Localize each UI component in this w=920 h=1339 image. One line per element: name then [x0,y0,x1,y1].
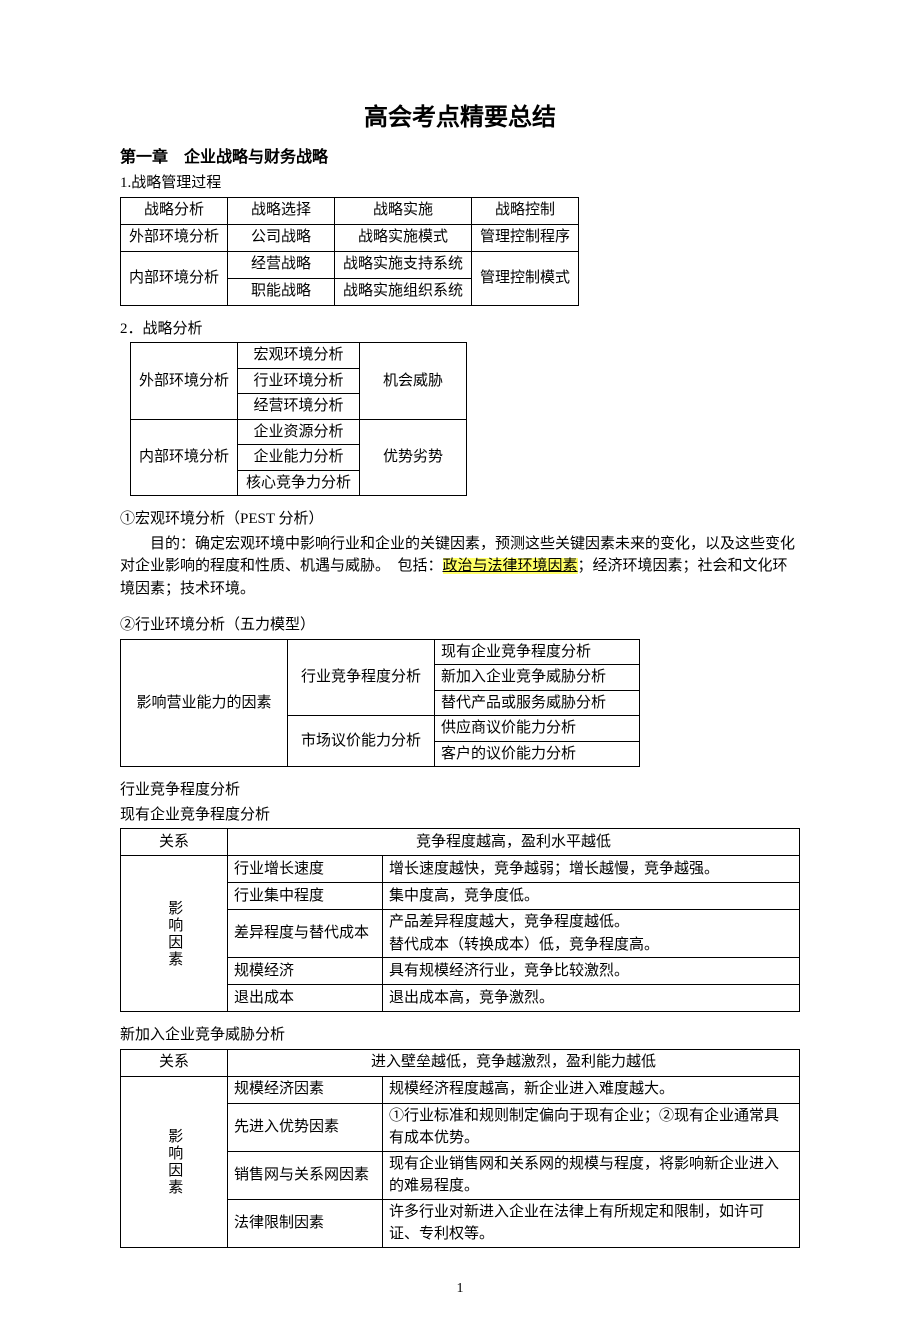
cell: 规模经济因素 [228,1076,383,1103]
chapter-heading: 第一章 企业战略与财务战略 [120,146,800,170]
cell: 退出成本 [228,985,383,1012]
cell: 现有企业竞争程度分析 [435,639,640,665]
cell: 内部环境分析 [121,251,228,305]
cell: 经营环境分析 [238,394,360,420]
cell: 市场议价能力分析 [288,716,435,767]
cell: 企业能力分析 [238,445,360,471]
pest-heading: ①宏观环境分析（PEST 分析） [120,508,800,531]
cell: 许多行业对新进入企业在法律上有所规定和限制，如许可证、专利权等。 [383,1199,800,1247]
cell: 战略实施支持系统 [335,251,472,278]
cell: 行业集中程度 [228,883,383,910]
cell: 管理控制程序 [472,224,579,251]
cell: 经营战略 [228,251,335,278]
cell: 集中度高，竞争度低。 [383,883,800,910]
new-entrant-line: 新加入企业竞争威胁分析 [120,1024,800,1047]
cell: 企业资源分析 [238,419,360,445]
cell: 替代产品或服务威胁分析 [435,690,640,716]
cell: 进入壁垒越低，竞争越激烈，盈利能力越低 [228,1049,800,1076]
cell: 外部环境分析 [121,224,228,251]
five-forces-heading: ②行业环境分析（五力模型） [120,614,800,637]
existing-competition-table: 关系 竞争程度越高，盈利水平越低 影响因素 行业增长速度 增长速度越快，竞争越弱… [120,828,800,1012]
cell: 影响营业能力的因素 [121,639,288,767]
cell: 优势劣势 [360,419,467,496]
cell: 具有规模经济行业，竞争比较激烈。 [383,958,800,985]
cell: 规模经济 [228,958,383,985]
cell: 战略选择 [228,197,335,224]
strategy-process-table: 战略分析 战略选择 战略实施 战略控制 外部环境分析 公司战略 战略实施模式 管… [120,197,579,306]
new-entrant-table: 关系 进入壁垒越低，竞争越激烈，盈利能力越低 影响因素 规模经济因素 规模经济程… [120,1049,800,1248]
section-1-heading: 1.战略管理过程 [120,172,800,195]
cell: 战略实施模式 [335,224,472,251]
vertical-label: 影响因素 [163,900,186,968]
cell: 关系 [121,1049,228,1076]
section-2-heading: 2．战略分析 [120,318,800,341]
five-forces-table: 影响营业能力的因素 行业竞争程度分析 现有企业竞争程度分析 新加入企业竞争威胁分… [120,639,640,768]
cell: 产品差异程度越大，竞争程度越低。 替代成本（转换成本）低，竞争程度高。 [383,910,800,958]
cell: 外部环境分析 [131,343,238,420]
cell: 竞争程度越高，盈利水平越低 [228,829,800,856]
cell: 增长速度越快，竞争越弱；增长越慢，竞争越强。 [383,856,800,883]
cell: 关系 [121,829,228,856]
cell: 新加入企业竞争威胁分析 [435,665,640,691]
highlighted-text: 政治与法律环境因素 [443,558,578,574]
cell: 供应商议价能力分析 [435,716,640,742]
pest-paragraph: 目的：确定宏观环境中影响行业和企业的关键因素，预测这些关键因素未来的变化，以及这… [120,533,800,601]
cell: 先进入优势因素 [228,1103,383,1151]
cell: 职能战略 [228,278,335,305]
cell: 战略控制 [472,197,579,224]
cell: 法律限制因素 [228,1199,383,1247]
cell: 行业增长速度 [228,856,383,883]
cell: 销售网与关系网因素 [228,1151,383,1199]
cell: 影响因素 [121,1076,228,1247]
cell: 现有企业销售网和关系网的规模与程度，将影响新企业进入的难易程度。 [383,1151,800,1199]
cell: 机会威胁 [360,343,467,420]
vertical-label: 影响因素 [163,1128,186,1196]
cell: 管理控制模式 [472,251,579,305]
competition-line-1: 行业竞争程度分析 [120,779,800,802]
competition-line-2: 现有企业竞争程度分析 [120,804,800,827]
cell: 退出成本高，竞争激烈。 [383,985,800,1012]
cell: 公司战略 [228,224,335,251]
cell: 核心竞争力分析 [238,470,360,496]
cell: 影响因素 [121,856,228,1012]
page-number: 1 [120,1278,800,1299]
cell: 规模经济程度越高，新企业进入难度越大。 [383,1076,800,1103]
cell: 战略分析 [121,197,228,224]
cell: 战略实施组织系统 [335,278,472,305]
cell: 差异程度与替代成本 [228,910,383,958]
cell: 内部环境分析 [131,419,238,496]
cell: 行业竞争程度分析 [288,639,435,716]
cell: 战略实施 [335,197,472,224]
document-title: 高会考点精要总结 [120,100,800,136]
cell: 行业环境分析 [238,368,360,394]
strategy-analysis-table: 外部环境分析 宏观环境分析 机会威胁 行业环境分析 经营环境分析 内部环境分析 … [130,342,467,496]
cell: 客户的议价能力分析 [435,741,640,767]
cell: 宏观环境分析 [238,343,360,369]
cell: ①行业标准和规则制定偏向于现有企业；②现有企业通常具有成本优势。 [383,1103,800,1151]
